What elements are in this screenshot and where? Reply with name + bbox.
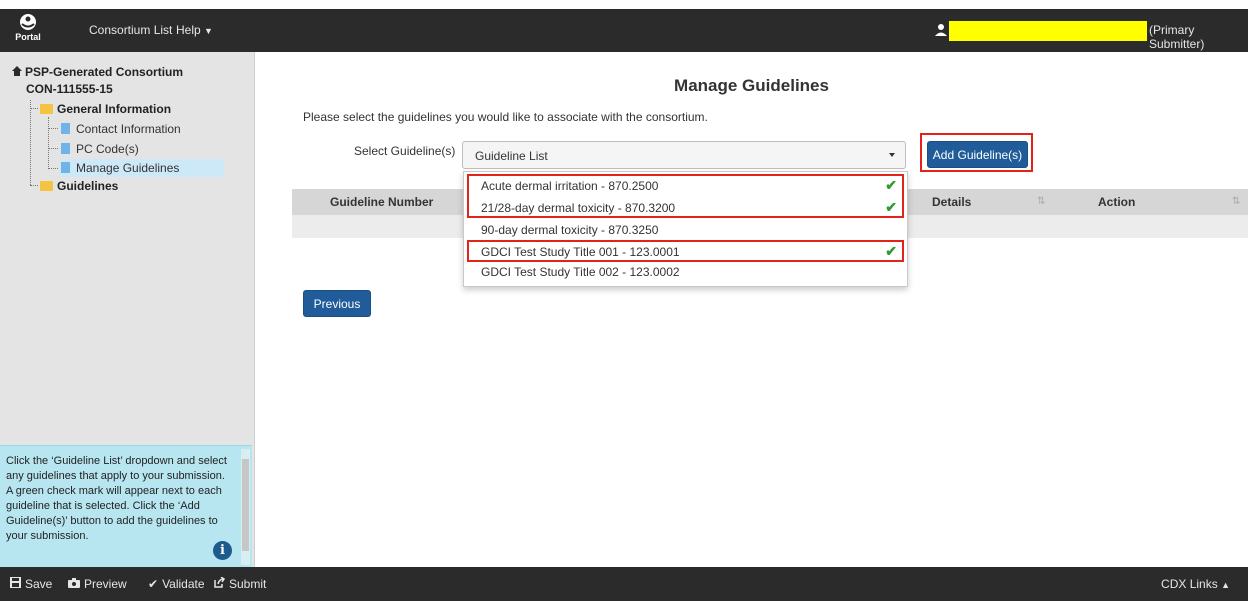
option-label: 90-day dermal toxicity - 870.3250 <box>481 223 659 237</box>
camera-icon <box>68 577 80 591</box>
share-icon <box>214 576 226 591</box>
tree-root[interactable]: PSP-Generated Consortium <box>12 65 183 79</box>
preview-label: Preview <box>84 577 127 591</box>
chevron-down-icon: ▼ <box>204 26 213 36</box>
chevron-up-icon: ▲ <box>1221 580 1230 590</box>
help-panel: Click the ‘Guideline List’ dropdown and … <box>0 445 252 568</box>
home-icon <box>12 65 22 79</box>
selection-highlight <box>467 174 904 218</box>
top-navbar: Portal Consortium List Help ▼ (Primary S… <box>0 9 1248 52</box>
scrollbar-thumb[interactable] <box>242 459 249 551</box>
main-content: Manage Guidelines Please select the guid… <box>255 52 1248 567</box>
checkmark-icon: ✔ <box>148 577 159 591</box>
folder-icon <box>40 181 53 191</box>
sort-icon[interactable]: ⇅ <box>1037 196 1045 207</box>
guideline-list-dropdown[interactable]: Guideline List <box>462 141 906 169</box>
tree-item-label: PC Code(s) <box>76 142 139 156</box>
user-role: (Primary Submitter) <box>1149 23 1205 51</box>
document-icon <box>61 143 70 154</box>
tree-item-label: Manage Guidelines <box>76 161 180 175</box>
validate-label: Validate <box>162 577 205 591</box>
sort-icon[interactable]: ⇅ <box>1232 196 1240 207</box>
tree-item-contact-information[interactable]: Contact Information <box>61 122 181 136</box>
dropdown-value: Guideline List <box>475 149 548 163</box>
save-button[interactable]: Save <box>10 577 52 591</box>
info-icon[interactable]: i <box>213 541 232 560</box>
nav-help-label: Help <box>176 23 201 37</box>
option-gdci-test-study-002[interactable]: GDCI Test Study Title 002 - 123.0002 <box>481 265 680 279</box>
tree-general-information[interactable]: General Information <box>40 102 171 116</box>
page-title: Manage Guidelines <box>674 76 829 95</box>
portal-logo-icon <box>20 14 36 30</box>
option-90-day-dermal-toxicity[interactable]: 90-day dermal toxicity - 870.3250 <box>481 223 658 237</box>
submit-button[interactable]: Submit <box>214 576 267 591</box>
folder-icon <box>40 104 53 114</box>
tree-item-pc-codes[interactable]: PC Code(s) <box>61 142 139 156</box>
caret-down-icon <box>889 153 895 157</box>
tree-general-information-label: General Information <box>57 102 172 116</box>
redacted-username <box>949 21 1147 41</box>
nav-consortium-list[interactable]: Consortium List <box>89 23 172 37</box>
document-icon <box>61 162 70 173</box>
nav-help[interactable]: Help ▼ <box>176 23 213 37</box>
option-label: GDCI Test Study Title 002 - 123.0002 <box>481 265 680 279</box>
save-label: Save <box>25 577 53 591</box>
validate-button[interactable]: ✔ Validate <box>148 577 205 591</box>
tree-root-label: PSP-Generated Consortium <box>25 65 184 79</box>
selection-highlight <box>467 240 904 262</box>
column-action[interactable]: Action <box>1098 195 1135 209</box>
help-text: Click the ‘Guideline List’ dropdown and … <box>6 455 227 542</box>
cdx-links-menu[interactable]: CDX Links ▲ <box>1161 577 1230 591</box>
user-icon <box>935 24 947 36</box>
submit-label: Submit <box>229 577 267 591</box>
tree-item-manage-guidelines[interactable]: Manage Guidelines <box>61 161 179 175</box>
portal-logo[interactable]: Portal <box>10 13 46 49</box>
bottom-toolbar: Save Preview ✔ Validate Submit CDX Links … <box>0 567 1248 601</box>
tree-guidelines[interactable]: Guidelines <box>40 179 118 193</box>
tree-item-label: Contact Information <box>76 122 181 136</box>
preview-button[interactable]: Preview <box>68 577 127 591</box>
instruction-text: Please select the guidelines you would l… <box>303 110 708 124</box>
save-icon <box>10 577 21 591</box>
guideline-options-list: Acute dermal irritation - 870.2500 ✔ 21/… <box>463 171 908 287</box>
portal-logo-text: Portal <box>15 32 41 42</box>
tree-guidelines-label: Guidelines <box>57 179 119 193</box>
add-guidelines-button[interactable]: Add Guideline(s) <box>927 141 1028 168</box>
sidebar: PSP-Generated Consortium CON-111555-15 G… <box>0 52 255 568</box>
previous-button[interactable]: Previous <box>303 290 371 317</box>
document-icon <box>61 123 70 134</box>
help-scrollbar[interactable] <box>241 449 250 565</box>
consortium-id: CON-111555-15 <box>26 82 113 96</box>
column-guideline-number[interactable]: Guideline Number <box>330 195 433 209</box>
select-guidelines-label: Select Guideline(s) <box>354 144 456 158</box>
column-details[interactable]: Details <box>932 195 971 209</box>
cdx-links-label: CDX Links <box>1161 577 1218 591</box>
